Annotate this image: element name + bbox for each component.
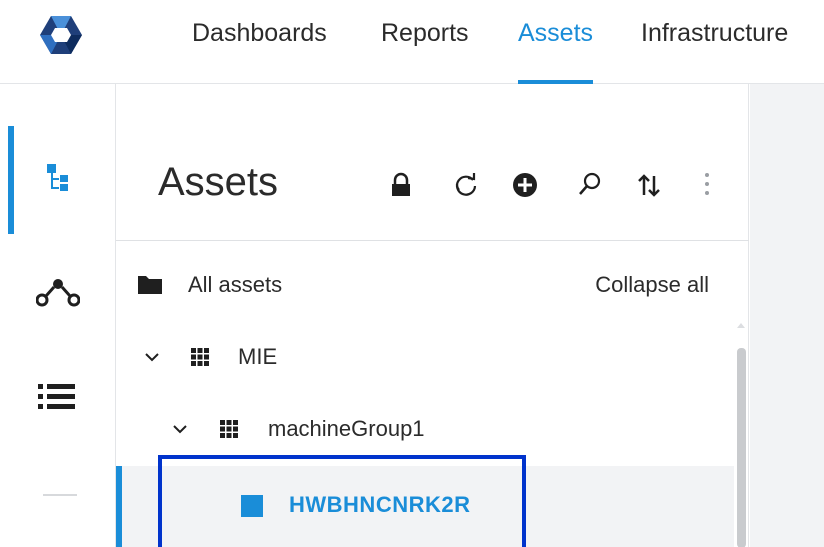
add-button[interactable] bbox=[508, 168, 542, 202]
tree-row-machinegroup1[interactable]: machineGroup1 bbox=[116, 397, 734, 463]
nav-dashboards-label: Dashboards bbox=[192, 19, 327, 47]
sort-button[interactable] bbox=[632, 168, 666, 202]
tree-row-hwbhncnrk2r[interactable]: HWBHNCNRK2R bbox=[116, 466, 734, 547]
nav-infrastructure[interactable]: Infrastructure bbox=[641, 14, 788, 84]
all-assets-label: All assets bbox=[188, 272, 283, 297]
panel-title: Assets bbox=[158, 160, 279, 204]
nav-assets[interactable]: Assets bbox=[518, 14, 594, 84]
search-icon bbox=[579, 172, 601, 195]
lock-button[interactable] bbox=[384, 168, 418, 202]
tree-row-label: MIE bbox=[238, 344, 278, 369]
nav-assets-label: Assets bbox=[518, 19, 594, 47]
rail-item-connections[interactable] bbox=[0, 242, 116, 346]
scroll-up-arrow-icon[interactable] bbox=[736, 320, 746, 330]
grid-icon bbox=[191, 348, 209, 366]
content-area bbox=[750, 84, 824, 547]
lock-icon bbox=[392, 172, 410, 196]
nav-reports[interactable]: Reports bbox=[381, 14, 469, 84]
all-assets-row[interactable]: All assets Collapse all bbox=[116, 259, 749, 309]
app-window: Dashboards Reports Assets Infrastructure bbox=[0, 0, 824, 547]
chevron-down-icon[interactable] bbox=[170, 419, 190, 439]
rail-divider bbox=[43, 494, 77, 496]
refresh-icon bbox=[455, 173, 477, 196]
more-options-button[interactable] bbox=[690, 168, 724, 202]
refresh-button[interactable] bbox=[449, 168, 483, 202]
side-rail bbox=[0, 84, 116, 547]
sort-icon bbox=[638, 174, 660, 197]
add-icon bbox=[513, 173, 537, 197]
nav-reports-label: Reports bbox=[381, 19, 469, 47]
selection-indicator bbox=[116, 466, 122, 547]
nav-dashboards[interactable]: Dashboards bbox=[192, 14, 327, 84]
assets-panel: Assets All assets Collapse all MIE machi… bbox=[116, 84, 749, 547]
tree-scrollbar[interactable] bbox=[734, 320, 748, 547]
scrollbar-thumb[interactable] bbox=[737, 348, 746, 547]
connections-icon bbox=[36, 279, 80, 307]
collapse-all-link[interactable]: Collapse all bbox=[595, 271, 709, 299]
nav-infrastructure-label: Infrastructure bbox=[641, 19, 789, 47]
tree-row-label: machineGroup1 bbox=[268, 416, 425, 441]
more-vertical-icon bbox=[705, 173, 709, 195]
rail-item-list[interactable] bbox=[0, 344, 116, 448]
asset-square-icon bbox=[241, 495, 263, 517]
asset-tree-icon bbox=[47, 164, 68, 191]
tree-row-mie[interactable]: MIE bbox=[116, 325, 734, 391]
top-navigation: Dashboards Reports Assets Infrastructure bbox=[0, 0, 824, 84]
folder-icon bbox=[138, 276, 162, 294]
app-logo-icon[interactable] bbox=[38, 14, 84, 56]
tree-row-label: HWBHNCNRK2R bbox=[289, 492, 471, 517]
list-icon bbox=[38, 384, 75, 409]
panel-header-divider bbox=[116, 240, 749, 241]
chevron-down-icon[interactable] bbox=[142, 347, 162, 367]
grid-icon bbox=[220, 420, 238, 438]
search-button[interactable] bbox=[572, 168, 606, 202]
rail-item-asset-tree[interactable] bbox=[0, 128, 116, 232]
